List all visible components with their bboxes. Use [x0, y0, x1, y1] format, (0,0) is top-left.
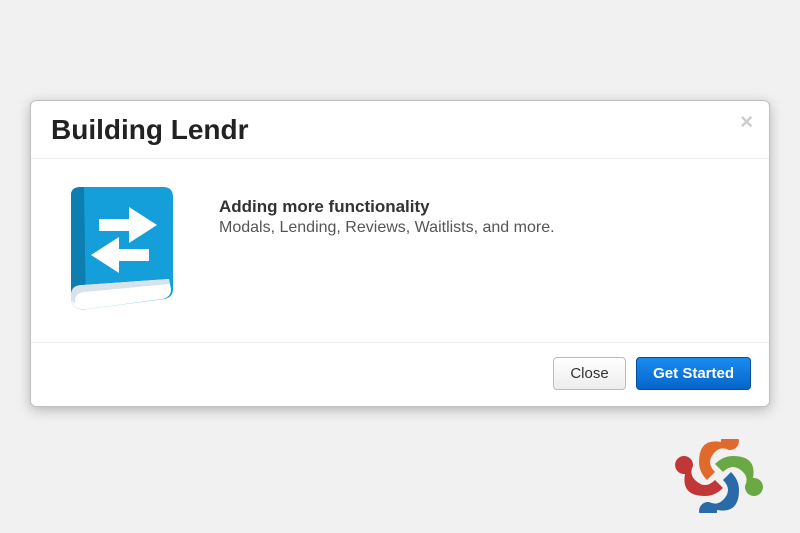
modal-dialog: Building Lendr × Adding more functionali…: [30, 100, 770, 407]
modal-header: Building Lendr ×: [31, 101, 769, 159]
close-button[interactable]: Close: [553, 357, 625, 390]
body-heading: Adding more functionality: [219, 197, 555, 217]
get-started-button[interactable]: Get Started: [636, 357, 751, 390]
close-icon[interactable]: ×: [740, 111, 753, 133]
modal-body-text: Adding more functionality Modals, Lendin…: [219, 177, 555, 237]
body-subtext: Modals, Lending, Reviews, Waitlists, and…: [219, 219, 555, 237]
book-exchange-icon: [51, 177, 191, 312]
modal-footer: Close Get Started: [31, 343, 769, 406]
joomla-logo-icon: [674, 439, 764, 513]
modal-body: Adding more functionality Modals, Lendin…: [31, 159, 769, 343]
modal-title: Building Lendr: [51, 115, 749, 146]
